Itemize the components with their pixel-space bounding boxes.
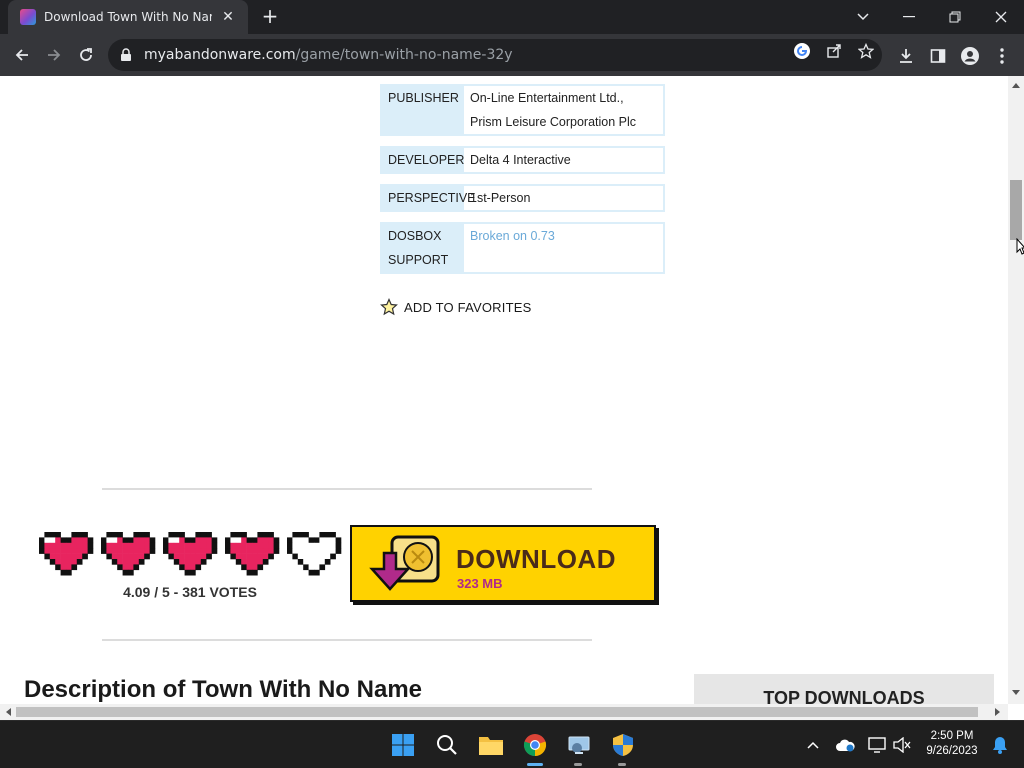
chrome-active-indicator (527, 763, 543, 766)
tab-search-chevron-icon[interactable] (840, 0, 886, 34)
url-text[interactable]: myabandonware.com/game/town-with-no-name… (144, 47, 513, 63)
heart-filled-icon[interactable] (162, 531, 218, 576)
chrome-icon[interactable] (519, 729, 551, 761)
mouse-cursor-icon (1016, 238, 1024, 255)
browser-toolbar: myabandonware.com/game/town-with-no-name… (0, 34, 1024, 76)
top-downloads-panel: TOP DOWNLOADS (694, 674, 994, 704)
file-explorer-icon[interactable] (475, 729, 507, 761)
tab-close-icon[interactable]: ✕ (218, 9, 238, 25)
dosbox-label-line-2: SUPPORT (388, 253, 449, 267)
dosbox-label: DOSBOX SUPPORT (382, 224, 464, 272)
vertical-scrollbar-thumb[interactable] (1010, 180, 1022, 240)
dosbox-value-link[interactable]: Broken on 0.73 (464, 224, 663, 272)
address-bar[interactable]: myabandonware.com/game/town-with-no-name… (108, 39, 882, 71)
dosbox-label-line-1: DOSBOX (388, 229, 442, 243)
minimize-button[interactable] (886, 0, 932, 34)
notification-bell-icon[interactable] (984, 729, 1016, 761)
windows-start-icon[interactable] (387, 729, 419, 761)
info-row-developer: DEVELOPER Delta 4 Interactive (380, 146, 665, 174)
tab-title: Download Town With No Name (44, 10, 212, 24)
site-favicon-icon (20, 9, 36, 25)
developer-value[interactable]: Delta 4 Interactive (464, 148, 663, 172)
close-window-button[interactable] (978, 0, 1024, 34)
heart-filled-icon[interactable] (100, 531, 156, 576)
search-icon[interactable] (431, 729, 463, 761)
info-row-dosbox: DOSBOX SUPPORT Broken on 0.73 (380, 222, 665, 274)
info-row-perspective: PERSPECTIVE 1st-Person (380, 184, 665, 212)
heart-filled-icon[interactable] (38, 531, 94, 576)
reload-button[interactable] (72, 41, 100, 69)
tab-bar: Download Town With No Name ✕ + (0, 0, 1024, 34)
onedrive-cloud-icon[interactable] (829, 729, 861, 761)
menu-kebab-icon[interactable] (992, 46, 1012, 66)
new-tab-button[interactable]: + (258, 4, 282, 28)
taskbar-clock[interactable]: 2:50 PM 9/26/2023 (920, 729, 984, 759)
restore-button[interactable] (932, 0, 978, 34)
google-icon[interactable] (793, 42, 811, 60)
profile-icon[interactable] (960, 46, 980, 66)
browser-tab[interactable]: Download Town With No Name ✕ (8, 0, 248, 34)
add-to-favorites-button[interactable]: ADD TO FAVORITES (380, 298, 531, 316)
security-app-indicator (618, 763, 626, 766)
clock-date: 9/26/2023 (926, 745, 978, 757)
perspective-label: PERSPECTIVE (382, 186, 476, 210)
publisher-line-1[interactable]: On-Line Entertainment Ltd., (470, 86, 657, 110)
windows-taskbar: 2:50 PM 9/26/2023 (0, 720, 1024, 768)
bookmark-star-icon[interactable] (857, 42, 875, 60)
floppy-download-icon (366, 533, 446, 595)
remote-app-indicator (574, 763, 582, 766)
remote-app-icon[interactable] (563, 729, 595, 761)
share-icon[interactable] (825, 42, 843, 60)
publisher-line-2[interactable]: Prism Leisure Corporation Plc (470, 110, 657, 134)
divider-top (102, 488, 592, 490)
download-size: 323 MB (457, 576, 503, 591)
download-label: DOWNLOAD (456, 544, 616, 574)
star-outline-icon (380, 298, 398, 316)
info-row-publisher: PUBLISHER On-Line Entertainment Ltd., Pr… (380, 84, 665, 136)
side-panel-icon[interactable] (928, 46, 948, 66)
download-button[interactable]: DOWNLOAD 323 MB (350, 525, 656, 602)
divider-bottom (102, 639, 592, 641)
publisher-label: PUBLISHER (382, 86, 464, 134)
rating-votes-text: 4.09 / 5 - 381 VOTES (123, 584, 257, 600)
horizontal-scrollbar-thumb[interactable] (16, 707, 978, 717)
security-shield-icon[interactable] (607, 729, 639, 761)
rating-hearts[interactable] (38, 531, 342, 576)
tray-chevron-up-icon[interactable] (797, 729, 829, 761)
clock-time: 2:50 PM (930, 730, 974, 742)
vertical-scrollbar[interactable] (1008, 76, 1024, 704)
top-downloads-heading: TOP DOWNLOADS (763, 688, 925, 704)
developer-label: DEVELOPER (382, 148, 464, 172)
add-to-favorites-label: ADD TO FAVORITES (404, 299, 532, 315)
volume-muted-icon[interactable] (886, 729, 918, 761)
lock-icon[interactable] (120, 48, 134, 62)
heart-filled-icon[interactable] (224, 531, 280, 576)
publisher-value: On-Line Entertainment Ltd., Prism Leisur… (464, 86, 663, 134)
download-icon[interactable] (896, 46, 916, 66)
heart-empty-icon[interactable] (286, 531, 342, 576)
page-viewport: PUBLISHER On-Line Entertainment Ltd., Pr… (0, 76, 1008, 704)
forward-button[interactable] (40, 41, 68, 69)
back-button[interactable] (8, 41, 36, 69)
perspective-value[interactable]: 1st-Person (464, 186, 663, 210)
description-heading: Description of Town With No Name (24, 676, 423, 703)
